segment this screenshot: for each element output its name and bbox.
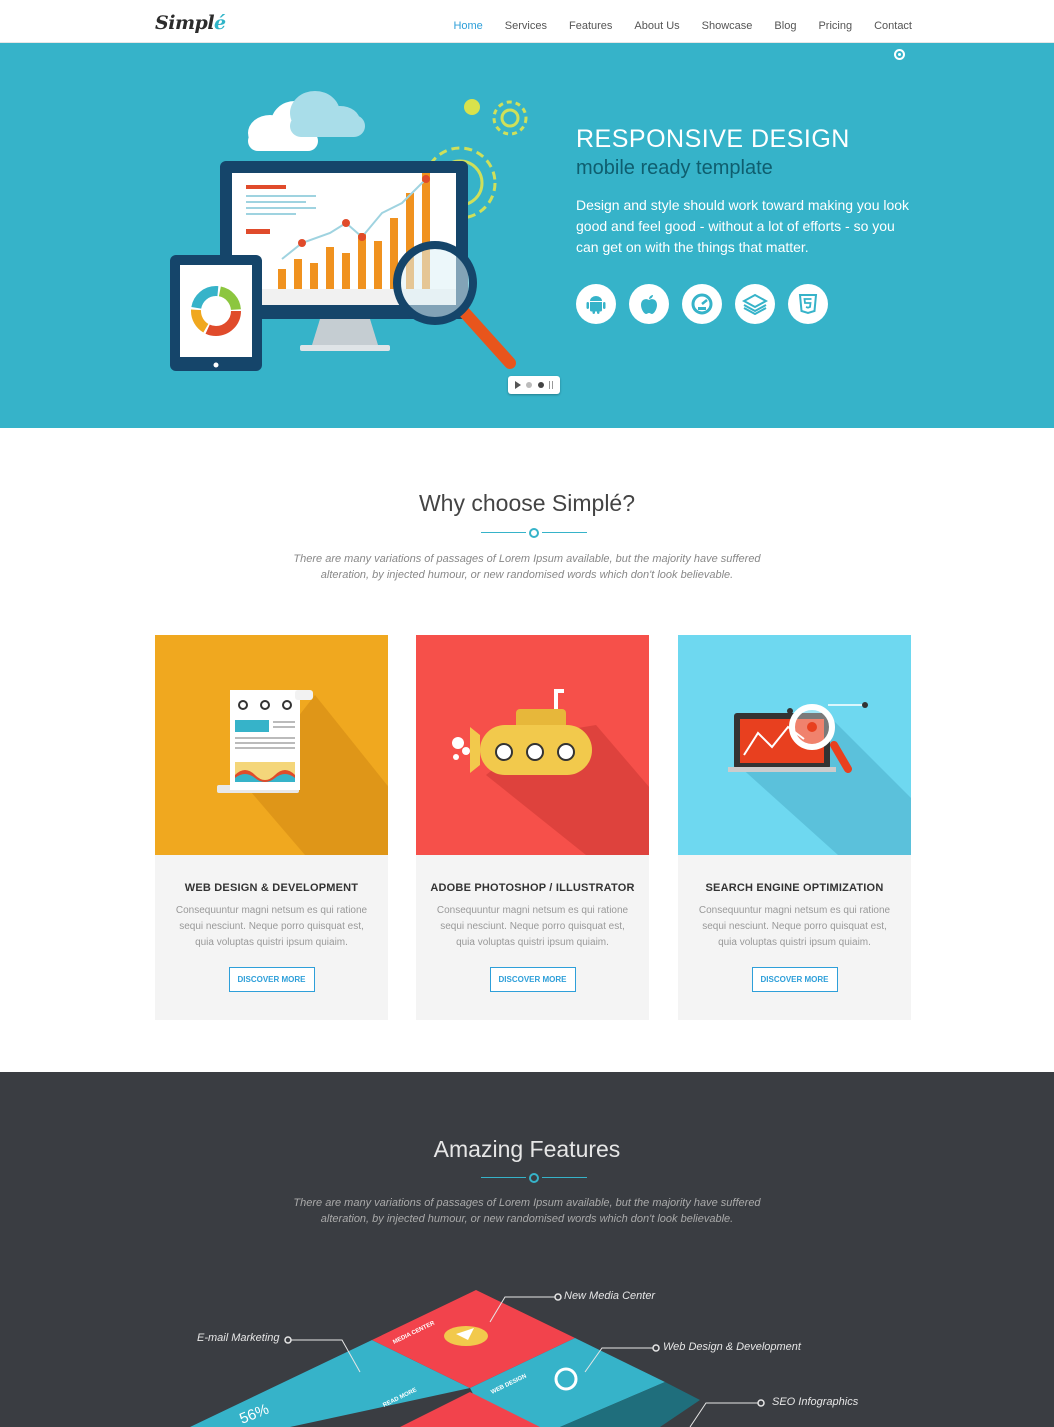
hero-illustration bbox=[170, 91, 528, 371]
submarine-illustration bbox=[416, 635, 649, 855]
speedometer-icon[interactable] bbox=[682, 284, 722, 324]
nav-item-home[interactable]: Home bbox=[453, 20, 482, 32]
main-menu: Home Services Features About Us Showcase… bbox=[431, 20, 912, 32]
nav-item-blog[interactable]: Blog bbox=[774, 20, 796, 32]
discover-more-button[interactable]: DISCOVER MORE bbox=[489, 967, 576, 992]
discover-more-button[interactable]: DISCOVER MORE bbox=[228, 967, 315, 992]
slider-pager-dot[interactable] bbox=[894, 49, 905, 60]
features-isometric-illustration: MEDIA CENTER WEB DESIGN READ MORE 56% bbox=[190, 1290, 765, 1427]
top-navbar: Simplé Home Services Features About Us S… bbox=[0, 0, 1054, 43]
service-card-title: WEB DESIGN & DEVELOPMENT bbox=[184, 882, 359, 894]
web-design-illustration bbox=[155, 635, 388, 855]
pause-icon[interactable] bbox=[549, 381, 554, 389]
play-icon[interactable] bbox=[514, 381, 521, 389]
hero-slider: RESPONSIVE DESIGN mobile ready template … bbox=[0, 43, 1054, 428]
features-description: There are many variations of passages of… bbox=[293, 1197, 761, 1225]
service-card-seo: SEARCH ENGINE OPTIMIZATION Consequuntur … bbox=[678, 635, 911, 1020]
nav-item-showcase[interactable]: Showcase bbox=[702, 20, 753, 32]
apple-icon[interactable] bbox=[629, 284, 669, 324]
why-section-description: There are many variations of passages of… bbox=[293, 553, 761, 581]
section-divider bbox=[481, 528, 587, 538]
why-section-title: Why choose Simplé? bbox=[418, 490, 636, 516]
logo[interactable]: Simplé bbox=[155, 12, 226, 34]
service-card-text: Consequuntur magni netsum es qui ratione… bbox=[436, 905, 629, 948]
platform-icons bbox=[576, 284, 828, 324]
service-card-text: Consequuntur magni netsum es qui ratione… bbox=[698, 905, 891, 948]
slide-dot[interactable] bbox=[526, 382, 533, 388]
nav-item-pricing[interactable]: Pricing bbox=[818, 20, 852, 32]
nav-item-features[interactable]: Features bbox=[569, 20, 612, 32]
label-seo-infographics: SEO Infographics bbox=[772, 1396, 859, 1408]
slide-dot-active[interactable] bbox=[537, 382, 544, 388]
hero-text: Design and style should work toward maki… bbox=[576, 197, 910, 255]
label-new-media-center: New Media Center bbox=[564, 1290, 656, 1302]
html5-icon[interactable] bbox=[788, 284, 828, 324]
magnifier-icon bbox=[393, 241, 516, 369]
hero-title: RESPONSIVE DESIGN bbox=[576, 125, 850, 153]
nav-item-contact[interactable]: Contact bbox=[874, 20, 912, 32]
label-web-design: Web Design & Development bbox=[663, 1341, 801, 1353]
hero-subtitle: mobile ready template bbox=[576, 157, 773, 179]
service-card-title: SEARCH ENGINE OPTIMIZATION bbox=[705, 882, 884, 894]
service-card-photoshop: ADOBE PHOTOSHOP / ILLUSTRATOR Consequunt… bbox=[416, 635, 649, 1020]
layers-icon[interactable] bbox=[735, 284, 775, 324]
service-card-title: ADOBE PHOTOSHOP / ILLUSTRATOR bbox=[430, 882, 635, 894]
features-title: Amazing Features bbox=[433, 1136, 621, 1162]
features-section: Amazing Features There are many variatio… bbox=[0, 1072, 1054, 1427]
nav-item-services[interactable]: Services bbox=[505, 20, 547, 32]
android-icon[interactable] bbox=[576, 284, 616, 324]
slider-controls[interactable] bbox=[508, 376, 560, 394]
seo-illustration bbox=[678, 635, 911, 855]
discover-more-button[interactable]: DISCOVER MORE bbox=[751, 967, 838, 992]
nav-item-about-us[interactable]: About Us bbox=[634, 20, 679, 32]
section-divider bbox=[481, 1173, 587, 1183]
service-card-text: Consequuntur magni netsum es qui ratione… bbox=[175, 905, 368, 948]
cloud-icon bbox=[248, 91, 365, 151]
label-email-marketing: E-mail Marketing bbox=[197, 1332, 280, 1344]
service-card-web-design: WEB DESIGN & DEVELOPMENT Consequuntur ma… bbox=[155, 635, 388, 1020]
